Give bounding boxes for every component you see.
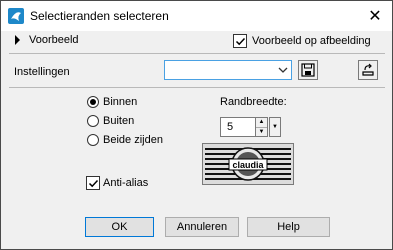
border-width-spinner[interactable]: 5 ▲ ▼ ▼ [220, 117, 282, 137]
checkbox-checked-icon [86, 176, 100, 190]
preview-on-image-label: Voorbeeld op afbeelding [252, 35, 371, 47]
radio-outside[interactable]: Buiten [87, 115, 134, 127]
window-title: Selectieranden selecteren [30, 9, 169, 23]
checkbox-checked-icon [233, 34, 247, 48]
antialias-checkbox[interactable]: Anti-alias [86, 176, 148, 190]
expand-triangle-icon [15, 35, 20, 45]
radio-unselected-icon [87, 134, 99, 146]
border-width-input[interactable]: 5 [220, 117, 256, 137]
spinner-arrows[interactable]: ▲ ▼ [256, 117, 268, 137]
svg-text:claudia: claudia [232, 160, 264, 170]
help-button[interactable]: Help [247, 217, 330, 237]
border-preview-image: claudia [202, 143, 294, 185]
preview-toggle-label: Voorbeeld [29, 34, 79, 46]
title-bar: Selectieranden selecteren ✕ [1, 1, 392, 31]
preview-toggle[interactable]: Voorbeeld [15, 34, 79, 46]
border-width-label: Randbreedte: [220, 96, 287, 108]
radio-both-sides[interactable]: Beide zijden [87, 134, 163, 146]
spinner-dropdown-icon[interactable]: ▼ [269, 117, 281, 137]
cancel-button[interactable]: Annuleren [165, 217, 239, 237]
spin-up-icon[interactable]: ▲ [256, 118, 267, 127]
radio-selected-icon [87, 96, 99, 108]
radio-both-sides-label: Beide zijden [103, 134, 163, 146]
dialog-window: Selectieranden selecteren ✕ Voorbeeld Vo… [0, 0, 393, 250]
radio-outside-label: Buiten [103, 115, 135, 127]
ok-button[interactable]: OK [85, 217, 154, 237]
radio-inside-label: Binnen [103, 96, 138, 108]
settings-label: Instellingen [14, 66, 70, 78]
radio-inside[interactable]: Binnen [87, 96, 137, 108]
reset-icon [362, 63, 374, 76]
divider [9, 87, 385, 88]
save-icon [301, 63, 315, 77]
claudia-logo: claudia [205, 147, 291, 181]
app-icon [8, 8, 24, 24]
close-icon: ✕ [368, 8, 382, 25]
radio-unselected-icon [87, 115, 99, 127]
settings-dropdown[interactable] [164, 60, 292, 80]
divider [9, 53, 385, 54]
save-settings-button[interactable] [298, 60, 318, 80]
chevron-down-icon [278, 67, 288, 73]
antialias-label: Anti-alias [103, 177, 149, 189]
close-button[interactable]: ✕ [358, 1, 392, 31]
spin-down-icon[interactable]: ▼ [256, 126, 267, 137]
preview-on-image-checkbox[interactable]: Voorbeeld op afbeelding [233, 34, 371, 48]
reset-settings-button[interactable] [358, 60, 378, 80]
